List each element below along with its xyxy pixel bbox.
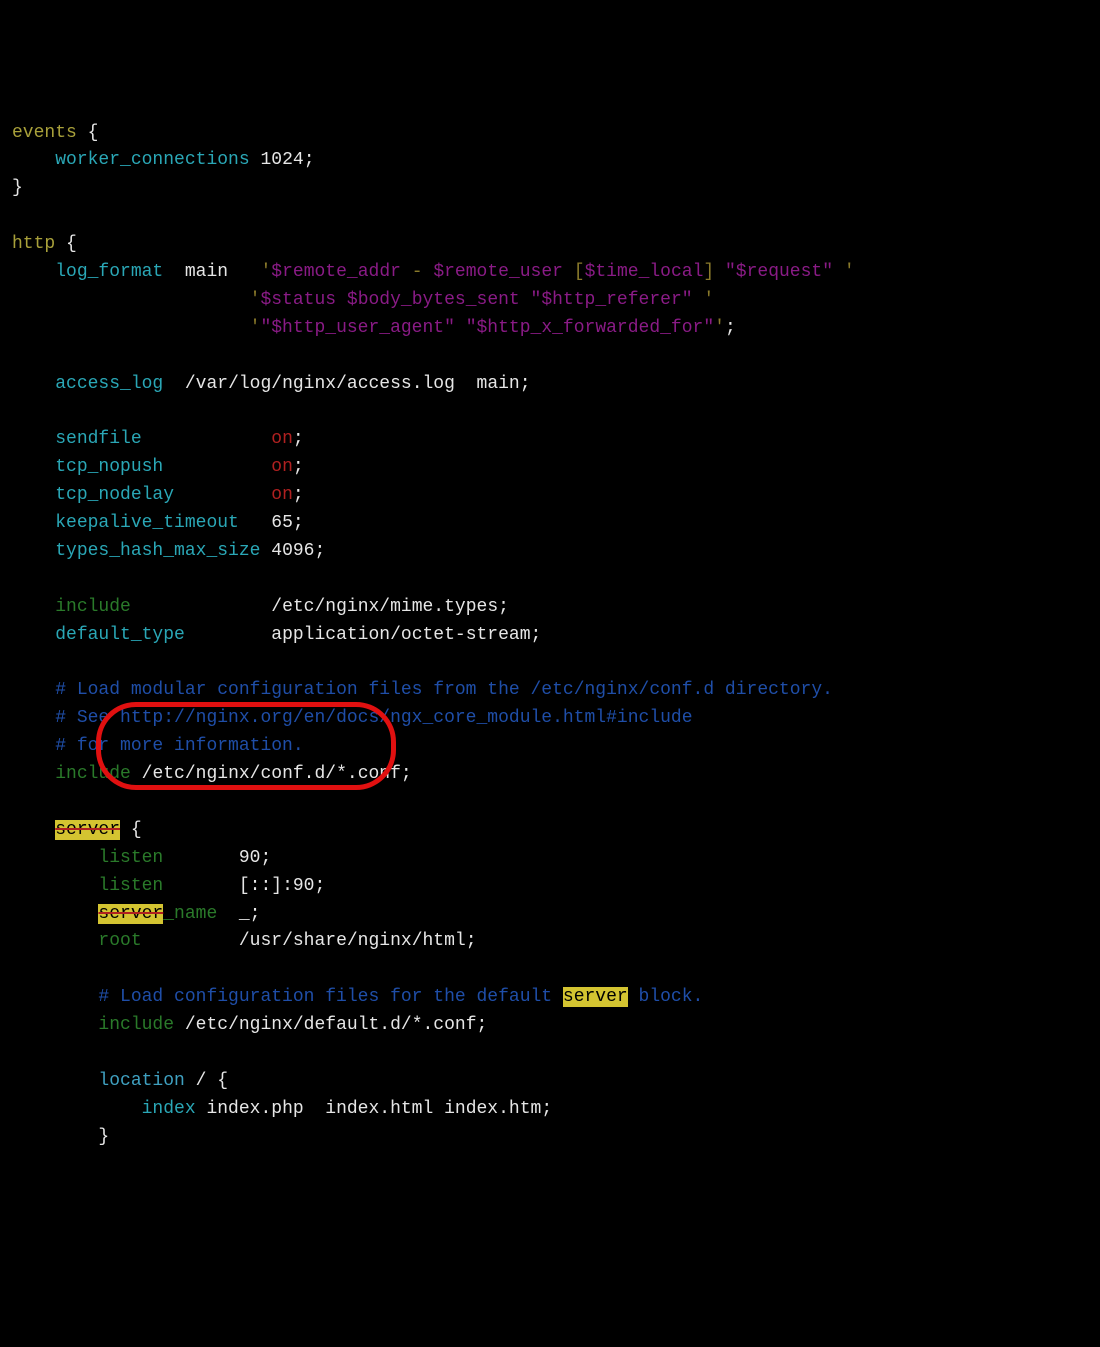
kw-sendfile: sendfile	[55, 429, 141, 449]
brace-close: }	[12, 178, 23, 198]
kw-http: http	[12, 234, 55, 254]
index-values: index.php index.html index.htm	[206, 1099, 541, 1119]
kw-worker-connections: worker_connections	[55, 150, 249, 170]
kw-include: include	[55, 597, 131, 617]
confd-path: /etc/nginx/conf.d/*.conf	[142, 764, 401, 784]
comment-line: # See http://nginx.org/en/docs/ngx_core_…	[55, 708, 692, 728]
kw-tcp-nopush: tcp_nopush	[55, 457, 163, 477]
kw-log-format: log_format	[55, 262, 163, 282]
kw-listen: listen	[98, 876, 163, 896]
val-worker-connections: 1024	[260, 150, 303, 170]
comment-line: # Load configuration files for the defau…	[98, 987, 703, 1007]
hl-server: server	[55, 820, 120, 840]
hl-server-name: server	[98, 904, 163, 924]
kw-listen: listen	[98, 848, 163, 868]
hl-server-inline: server	[563, 987, 628, 1007]
access-log-path: /var/log/nginx/access.log	[185, 374, 455, 394]
mime-types-path: /etc/nginx/mime.types	[271, 597, 498, 617]
kw-location: location	[98, 1071, 184, 1091]
root-path: /usr/share/nginx/html	[239, 931, 466, 951]
kw-types-hash: types_hash_max_size	[55, 541, 260, 561]
kw-events: events	[12, 123, 77, 143]
kw-keepalive-timeout: keepalive_timeout	[55, 513, 239, 533]
kw-access-log: access_log	[55, 374, 163, 394]
log-format-name: main	[185, 262, 228, 282]
kw-index: index	[142, 1099, 196, 1119]
listen-port: 90	[239, 848, 261, 868]
kw-default-type: default_type	[55, 625, 185, 645]
brace-open: {	[88, 123, 99, 143]
editor-code[interactable]: events { worker_connections 1024; } http…	[12, 120, 1088, 1152]
defaultd-path: /etc/nginx/default.d/*.conf	[185, 1015, 477, 1035]
kw-root: root	[98, 931, 141, 951]
comment-line: # for more information.	[55, 736, 303, 756]
kw-tcp-nodelay: tcp_nodelay	[55, 485, 174, 505]
comment-line: # Load modular configuration files from …	[55, 680, 833, 700]
listen-port-ipv6: [::]:90	[239, 876, 315, 896]
